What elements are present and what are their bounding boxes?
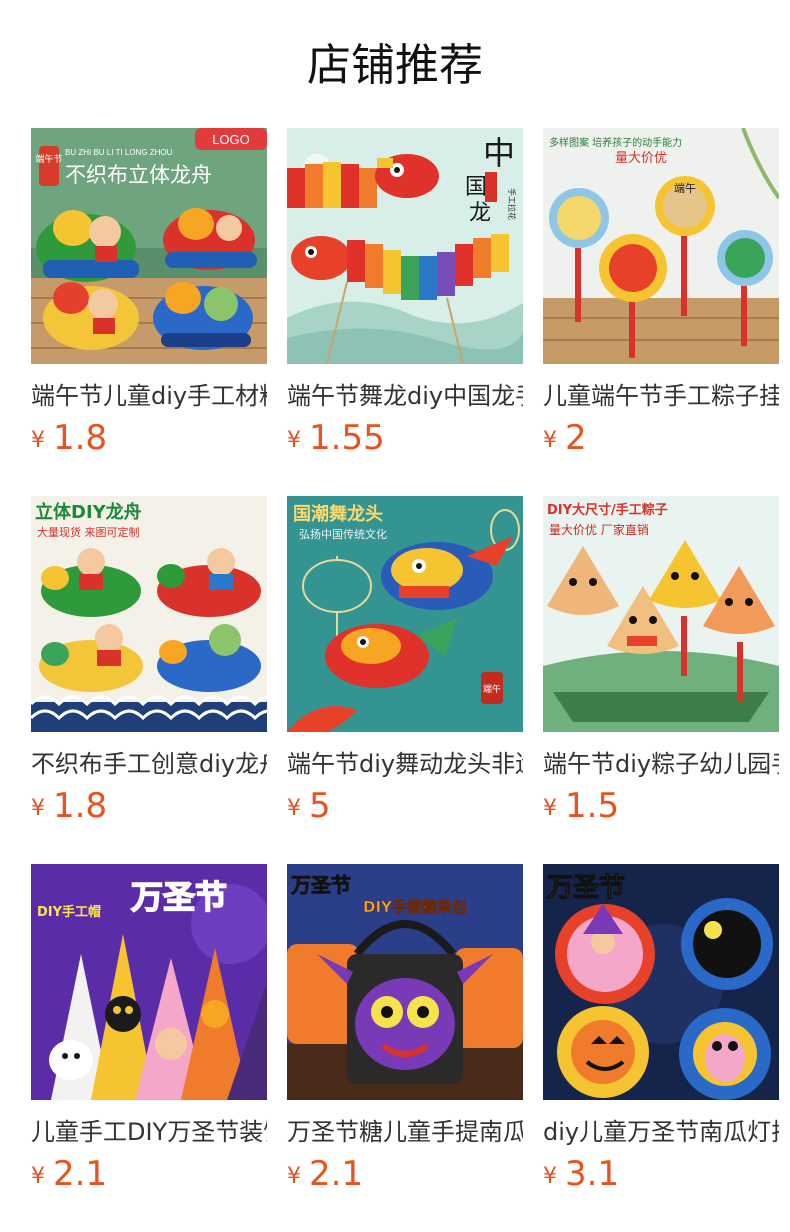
banner-text: 不织布立体龙舟: [65, 163, 212, 187]
subline: 弘扬中国传统文化: [299, 527, 387, 541]
ornament-text: 端午: [674, 182, 696, 195]
product-card[interactable]: LOGO 端午节 BU ZHI BU LI TI LONG ZHOU 不织布立体…: [31, 128, 267, 458]
title-char: 龙: [469, 201, 491, 226]
label: DIY手提糖果包: [363, 898, 467, 916]
subtitle: 手工拉花: [507, 188, 517, 220]
product-price: ¥1.8: [31, 786, 107, 826]
price-value: 2.1: [53, 1154, 108, 1194]
product-price: ¥1.8: [31, 418, 107, 458]
price-value: 1.8: [53, 786, 108, 826]
product-card[interactable]: DIY大尺寸/手工粽子 量大价优 厂家直销 端午节diy粽子幼儿园手工 ¥1.5: [543, 496, 779, 826]
product-card[interactable]: 国潮舞龙头 弘扬中国传统文化 端午 端午节diy舞动龙头非 ¥ 5: [287, 496, 523, 826]
headline: 万圣节: [547, 873, 625, 903]
product-name[interactable]: 端午节舞龙diy中国龙手工拉花: [287, 380, 523, 412]
product-name[interactable]: 儿童手工DIY万圣节装饰帽: [31, 1116, 267, 1148]
headline: 国潮舞龙头: [293, 503, 383, 525]
price-value: 1.8: [53, 418, 108, 458]
subline: 大量现货 来图可定制: [37, 525, 140, 539]
price-value: 1.55: [309, 418, 385, 458]
currency-symbol: ¥: [543, 428, 557, 453]
product-price: ¥2: [543, 418, 587, 458]
product-price: ¥1.55: [287, 418, 385, 458]
product-image[interactable]: 立体DIY龙舟 大量现货 来图可定制: [31, 496, 267, 732]
currency-symbol: ¥: [287, 1164, 301, 1189]
product-image[interactable]: 多样图案 培养孩子的动手能力 量大价优 端午: [543, 128, 779, 364]
currency-symbol: ¥: [287, 428, 301, 453]
currency-symbol: ¥: [543, 1164, 557, 1189]
currency-symbol: ¥: [31, 428, 45, 453]
price-value: 5: [309, 786, 331, 826]
product-image[interactable]: 中 国 龙 手工拉花: [287, 128, 523, 364]
label: DIY手工帽: [37, 904, 101, 920]
product-image[interactable]: 国潮舞龙头 弘扬中国传统文化 端午: [287, 496, 523, 732]
product-name[interactable]: 端午节儿童diy手工材料包: [31, 380, 267, 412]
product-image[interactable]: DIY大尺寸/手工粽子 量大价优 厂家直销: [543, 496, 779, 732]
product-price: ¥3.1: [543, 1154, 619, 1194]
product-name[interactable]: 不织布手工创意diy龙舟: [31, 748, 267, 780]
product-image[interactable]: LOGO 端午节 BU ZHI BU LI TI LONG ZHOU 不织布立体…: [31, 128, 267, 364]
product-price: ¥1.5: [543, 786, 619, 826]
price-value: 2.1: [309, 1154, 364, 1194]
headline: 立体DIY龙舟: [35, 501, 142, 523]
product-price: ¥2.1: [31, 1154, 107, 1194]
title-char: 国: [465, 175, 487, 200]
pinyin-line: BU ZHI BU LI TI LONG ZHOU: [65, 148, 173, 157]
price-value: 1.5: [565, 786, 620, 826]
headline: DIY大尺寸/手工粽子: [547, 502, 668, 518]
product-card[interactable]: 多样图案 培养孩子的动手能力 量大价优 端午 儿童端午节手工粽子挂饰 ¥2: [543, 128, 779, 458]
page-title: 店铺推荐: [307, 40, 483, 91]
subline: 量大价优 厂家直销: [549, 522, 649, 537]
currency-symbol: ¥: [287, 796, 301, 821]
product-image[interactable]: 万圣节 DIY手提糖果包: [287, 864, 523, 1100]
product-image[interactable]: DIY手工帽 万圣节: [31, 864, 267, 1100]
headline: 万圣节: [290, 873, 351, 897]
product-card[interactable]: 中 国 龙 手工拉花 端午节舞龙diy中国龙手工拉花 ¥1.55: [287, 128, 523, 458]
product-card[interactable]: DIY手工帽 万圣节 儿童手工DIY万圣节装饰帽 ¥2.1: [31, 864, 267, 1194]
headline: 多样图案 培养孩子的动手能力: [549, 136, 682, 149]
product-price: ¥5: [287, 786, 331, 826]
subline: 量大价优: [615, 151, 667, 166]
product-name[interactable]: 儿童端午节手工粽子挂饰: [543, 380, 779, 412]
seal-stamp: 端午: [483, 683, 501, 695]
product-name[interactable]: diy儿童万圣节南瓜灯挂饰: [543, 1116, 779, 1148]
price-value: 3.1: [565, 1154, 620, 1194]
product-price: ¥2.1: [287, 1154, 363, 1194]
product-name[interactable]: 端午节diy粽子幼儿园手工: [543, 748, 779, 780]
product-name[interactable]: 万圣节糖儿童手提南瓜袋: [287, 1116, 523, 1148]
price-value: 2: [565, 418, 587, 458]
product-card[interactable]: 万圣节 DIY手提糖果包 万圣节糖儿童手提南瓜袋 ¥2.1: [287, 864, 523, 1194]
headline: 万圣节: [131, 878, 227, 916]
currency-symbol: ¥: [543, 796, 557, 821]
title-char: 中: [483, 134, 515, 172]
currency-symbol: ¥: [31, 1164, 45, 1189]
festival-tag: 端午节: [35, 153, 62, 165]
currency-symbol: ¥: [31, 796, 45, 821]
product-name[interactable]: 端午节diy舞动龙头非遗手工: [287, 748, 523, 780]
product-card[interactable]: 万圣节 diy儿童万圣节南瓜灯挂饰 ¥3.1: [543, 864, 779, 1194]
product-card[interactable]: 立体DIY龙舟 大量现货 来图可定制 不织布手工创意diy龙舟 ¥ 1.8: [31, 496, 267, 826]
logo-badge: LOGO: [212, 132, 250, 147]
product-image[interactable]: 万圣节: [543, 864, 779, 1100]
